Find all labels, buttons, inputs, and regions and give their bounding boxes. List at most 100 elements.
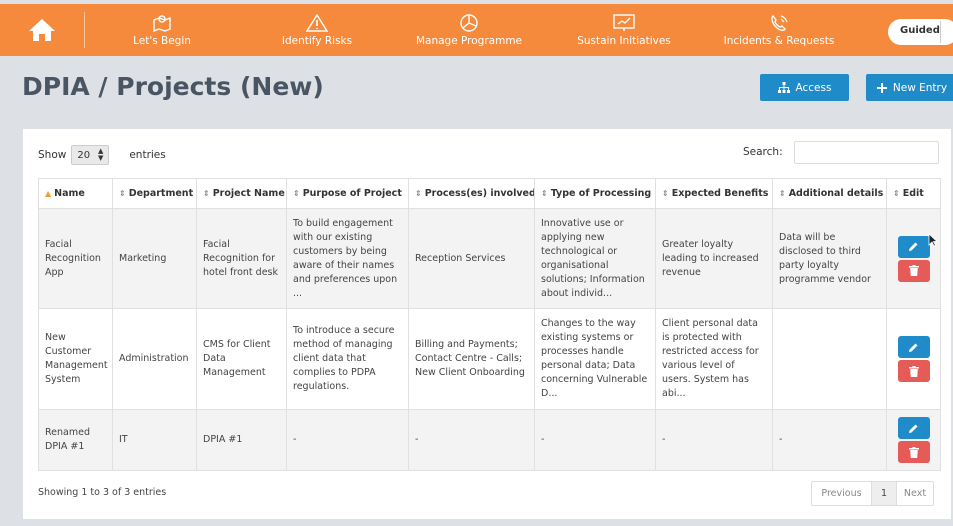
top-nav-bar: Let's Begin Identify Risks Manage Progra…	[0, 4, 953, 56]
table-header-row: ▲ Name ⇕ Department ⇕ Project Name ⇕ Purpose…	[38, 178, 941, 209]
col-header-purpose[interactable]: ⇕ Purpose of Project	[286, 178, 409, 209]
page-title: DPIA / Projects (New)	[22, 72, 324, 101]
nav-label: Let's Begin	[133, 34, 191, 47]
warning-icon	[306, 13, 328, 32]
col-header-processes[interactable]: ⇕ Process(es) involved	[408, 178, 535, 209]
plus-icon	[876, 82, 887, 93]
col-header-processing-type[interactable]: ⇕ Type of Processing	[534, 178, 656, 209]
nav-label: Identify Risks	[281, 34, 353, 47]
projects-panel: Show 20 ▲ ▼ entries Search: ▲ Name ⇕ Depart…	[23, 129, 951, 519]
show-label: Show	[38, 149, 67, 161]
sort-icon: ⇕	[893, 189, 900, 198]
cell-name: New Customer Management System	[38, 308, 113, 410]
presentation-icon	[613, 13, 635, 31]
page-size-select[interactable]: 20 ▲ ▼	[71, 145, 110, 165]
cell-benefits: Client personal data is protected with r…	[655, 308, 773, 410]
pie-chart-icon	[460, 13, 478, 32]
nav-manage-programme[interactable]: Manage Programme	[410, 4, 528, 56]
access-button[interactable]: Access	[760, 74, 849, 101]
previous-page-button[interactable]: Previous	[812, 482, 872, 505]
cell-department: Marketing	[112, 208, 197, 309]
nav-sustain-initiatives[interactable]: Sustain Initiatives	[570, 4, 678, 56]
cell-benefits: -	[655, 409, 773, 471]
search-label: Search:	[743, 146, 783, 158]
col-header-details[interactable]: ⇕ Additional details	[772, 178, 887, 209]
phone-icon	[771, 14, 788, 31]
cell-details: -	[772, 409, 887, 471]
edit-button[interactable]	[897, 336, 930, 358]
sort-asc-icon: ▲	[45, 189, 52, 198]
trash-icon	[908, 365, 919, 377]
page-size-control: Show 20 ▲ ▼ entries	[38, 145, 166, 165]
stepper-icon: ▲ ▼	[97, 147, 104, 162]
search-input[interactable]	[794, 141, 939, 164]
col-header-department[interactable]: ⇕ Department	[112, 178, 197, 209]
access-label: Access	[795, 81, 832, 94]
pencil-icon	[909, 242, 918, 251]
cell-department: Administration	[112, 308, 197, 410]
new-entry-label: New Entry	[892, 81, 948, 94]
cell-purpose: -	[286, 409, 409, 471]
home-button[interactable]	[0, 12, 85, 48]
trash-icon	[908, 446, 919, 458]
pencil-icon	[909, 424, 918, 433]
cell-processes: Billing and Payments; Contact Centre - C…	[408, 308, 535, 410]
cell-purpose: To introduce a secure method of managing…	[286, 308, 409, 410]
sort-icon: ⇕	[662, 189, 669, 198]
page-1-button[interactable]: 1	[872, 482, 897, 505]
nav-label: Incidents & Requests	[723, 34, 835, 47]
cell-details: Data will be disclosed to third party lo…	[772, 208, 887, 309]
projects-table: ▲ Name ⇕ Department ⇕ Project Name ⇕ Purpose…	[38, 178, 941, 471]
nav-lets-begin[interactable]: Let's Begin	[118, 4, 206, 56]
guided-toggle[interactable]: Guided	[888, 19, 953, 45]
pagination: Previous 1 Next	[811, 481, 934, 506]
home-icon	[29, 19, 55, 41]
page-size-value: 20	[77, 149, 91, 161]
sort-icon: ⇕	[293, 189, 300, 198]
cell-processes: -	[408, 409, 535, 471]
cell-edit	[886, 409, 941, 471]
entries-label: entries	[129, 149, 166, 161]
cell-project-name: Facial Recognition for hotel front desk	[196, 208, 287, 309]
cell-details	[772, 308, 887, 410]
sort-icon: ⇕	[541, 189, 548, 198]
sort-icon: ⇕	[203, 189, 210, 198]
cell-processing-type: -	[534, 409, 656, 471]
sort-icon: ⇕	[779, 189, 786, 198]
col-header-project-name[interactable]: ⇕ Project Name	[196, 178, 287, 209]
table-row[interactable]: Facial Recognition App Marketing Facial …	[38, 208, 941, 309]
edit-button[interactable]	[897, 417, 930, 439]
delete-button[interactable]	[897, 360, 930, 382]
cell-purpose: To build engagement with our existing cu…	[286, 208, 409, 309]
mouse-cursor-icon	[928, 233, 938, 247]
nav-identify-risks[interactable]: Identify Risks	[268, 4, 366, 56]
table-row[interactable]: Renamed DPIA #1 IT DPIA #1 - - - - -	[38, 409, 941, 471]
delete-button[interactable]	[897, 259, 930, 282]
col-header-benefits[interactable]: ⇕ Expected Benefits	[655, 178, 773, 209]
cell-processes: Reception Services	[408, 208, 535, 309]
edit-button[interactable]	[897, 235, 930, 258]
col-header-name[interactable]: ▲ Name	[38, 178, 113, 209]
sort-icon: ⇕	[119, 189, 126, 198]
pencil-icon	[909, 343, 918, 352]
cell-processing-type: Changes to the way existing systems or p…	[534, 308, 656, 410]
nav-incidents-requests[interactable]: Incidents & Requests	[715, 4, 843, 56]
nav-label: Sustain Initiatives	[577, 34, 671, 47]
table-row[interactable]: New Customer Management System Administr…	[38, 308, 941, 410]
next-page-button[interactable]: Next	[897, 482, 933, 505]
cell-edit	[886, 308, 941, 410]
col-header-edit[interactable]: ⇕ Edit	[886, 178, 941, 209]
nav-label: Manage Programme	[415, 34, 523, 47]
guided-label: Guided	[900, 25, 940, 36]
cell-department: IT	[112, 409, 197, 471]
cell-project-name: CMS for Client Data Management	[196, 308, 287, 410]
trash-icon	[908, 265, 919, 276]
sort-icon: ⇕	[415, 189, 422, 198]
cell-processing-type: Innovative use or applying new technolog…	[534, 208, 656, 309]
new-entry-button[interactable]: New Entry	[866, 74, 953, 101]
delete-button[interactable]	[897, 441, 930, 463]
cell-benefits: Greater loyalty leading to increased rev…	[655, 208, 773, 309]
map-icon	[153, 14, 171, 32]
table-info: Showing 1 to 3 of 3 entries	[38, 487, 167, 498]
cell-project-name: DPIA #1	[196, 409, 287, 471]
